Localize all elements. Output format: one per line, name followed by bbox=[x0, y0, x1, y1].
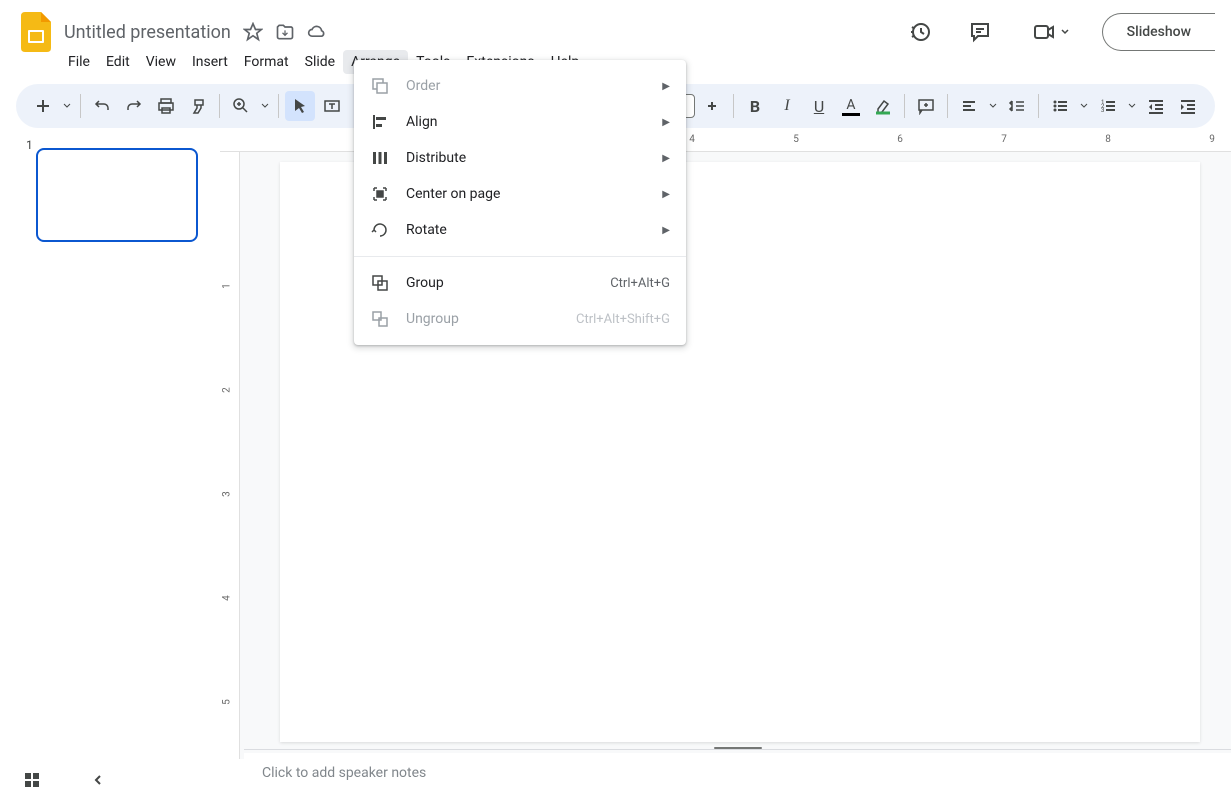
speaker-notes[interactable]: Click to add speaker notes bbox=[244, 753, 1231, 799]
highlight-button[interactable] bbox=[868, 91, 898, 121]
move-icon[interactable] bbox=[275, 22, 295, 42]
rotate-icon bbox=[370, 220, 390, 240]
toolbar-separator bbox=[904, 94, 905, 118]
align-dropdown[interactable] bbox=[986, 91, 1000, 121]
print-button[interactable] bbox=[151, 91, 181, 121]
new-slide-dropdown[interactable] bbox=[60, 91, 74, 121]
menu-slide[interactable]: Slide bbox=[297, 50, 343, 74]
dropdown-align[interactable]: Align ▶ bbox=[354, 104, 686, 140]
notes-drag-handle[interactable] bbox=[714, 747, 762, 749]
decrease-indent-button[interactable] bbox=[1141, 91, 1171, 121]
menu-view[interactable]: View bbox=[138, 50, 184, 74]
increase-indent-button[interactable] bbox=[1173, 91, 1203, 121]
slide-number: 1 bbox=[26, 138, 33, 152]
toolbar-separator bbox=[278, 94, 279, 118]
arrange-dropdown: Order ▶ Align ▶ Distribute ▶ Center on p… bbox=[354, 60, 686, 345]
font-size-increase[interactable] bbox=[697, 91, 727, 121]
line-spacing-button[interactable] bbox=[1002, 91, 1032, 121]
submenu-arrow-icon: ▶ bbox=[662, 81, 670, 92]
slide-thumbnail[interactable] bbox=[36, 148, 198, 242]
dropdown-rotate[interactable]: Rotate ▶ bbox=[354, 212, 686, 248]
bullet-list-button[interactable] bbox=[1045, 91, 1075, 121]
submenu-arrow-icon: ▶ bbox=[662, 189, 670, 200]
comments-icon[interactable] bbox=[960, 12, 1000, 52]
toolbar-separator bbox=[733, 94, 734, 118]
bullet-list-dropdown[interactable] bbox=[1077, 91, 1091, 121]
svg-text:3: 3 bbox=[1101, 107, 1104, 114]
dropdown-center[interactable]: Center on page ▶ bbox=[354, 176, 686, 212]
toolbar-separator bbox=[947, 94, 948, 118]
redo-button[interactable] bbox=[119, 91, 149, 121]
dropdown-group[interactable]: Group Ctrl+Alt+G bbox=[354, 265, 686, 301]
vertical-ruler: 1 2 3 4 5 bbox=[220, 152, 240, 759]
header-right: Slideshow bbox=[900, 12, 1215, 52]
menu-format[interactable]: Format bbox=[236, 50, 297, 74]
document-title[interactable]: Untitled presentation bbox=[64, 22, 231, 43]
distribute-icon bbox=[370, 148, 390, 168]
insert-comment-button[interactable] bbox=[911, 91, 941, 121]
cloud-icon[interactable] bbox=[307, 22, 327, 42]
ungroup-icon bbox=[370, 309, 390, 329]
toolbar-separator bbox=[1038, 94, 1039, 118]
meet-button[interactable] bbox=[1020, 12, 1082, 52]
underline-button[interactable]: U bbox=[804, 91, 834, 121]
toolbar-separator bbox=[219, 94, 220, 118]
submenu-arrow-icon: ▶ bbox=[662, 153, 670, 164]
text-color-button[interactable]: A bbox=[836, 91, 866, 121]
dropdown-distribute[interactable]: Distribute ▶ bbox=[354, 140, 686, 176]
numbered-list-dropdown[interactable] bbox=[1125, 91, 1139, 121]
submenu-arrow-icon: ▶ bbox=[662, 225, 670, 236]
star-icon[interactable] bbox=[243, 22, 263, 42]
history-icon[interactable] bbox=[900, 12, 940, 52]
numbered-list-button[interactable]: 123 bbox=[1093, 91, 1123, 121]
menu-file[interactable]: File bbox=[60, 50, 98, 74]
zoom-button[interactable] bbox=[226, 91, 256, 121]
slide-panel: 1 bbox=[0, 132, 220, 759]
new-slide-button[interactable] bbox=[28, 91, 58, 121]
menu-edit[interactable]: Edit bbox=[98, 50, 138, 74]
align-icon bbox=[370, 112, 390, 132]
bold-button[interactable]: B bbox=[740, 91, 770, 121]
order-icon bbox=[370, 76, 390, 96]
select-tool[interactable] bbox=[285, 91, 315, 121]
group-icon bbox=[370, 273, 390, 293]
zoom-dropdown[interactable] bbox=[258, 91, 272, 121]
menu-insert[interactable]: Insert bbox=[184, 50, 236, 74]
dropdown-ungroup: Ungroup Ctrl+Alt+Shift+G bbox=[354, 301, 686, 337]
paint-format-button[interactable] bbox=[183, 91, 213, 121]
collapse-button[interactable] bbox=[86, 768, 110, 792]
toolbar-separator bbox=[80, 94, 81, 118]
textbox-tool[interactable] bbox=[317, 91, 347, 121]
bottom-bar bbox=[0, 753, 244, 807]
submenu-arrow-icon: ▶ bbox=[662, 117, 670, 128]
chevron-down-icon bbox=[1060, 27, 1070, 37]
dropdown-divider bbox=[354, 256, 686, 257]
center-icon bbox=[370, 184, 390, 204]
italic-button[interactable]: I bbox=[772, 91, 802, 121]
align-button[interactable] bbox=[954, 91, 984, 121]
title-area: Untitled presentation bbox=[64, 22, 900, 43]
grid-view-button[interactable] bbox=[20, 768, 44, 792]
slideshow-button[interactable]: Slideshow bbox=[1102, 13, 1215, 51]
dropdown-order: Order ▶ bbox=[354, 68, 686, 104]
undo-button[interactable] bbox=[87, 91, 117, 121]
